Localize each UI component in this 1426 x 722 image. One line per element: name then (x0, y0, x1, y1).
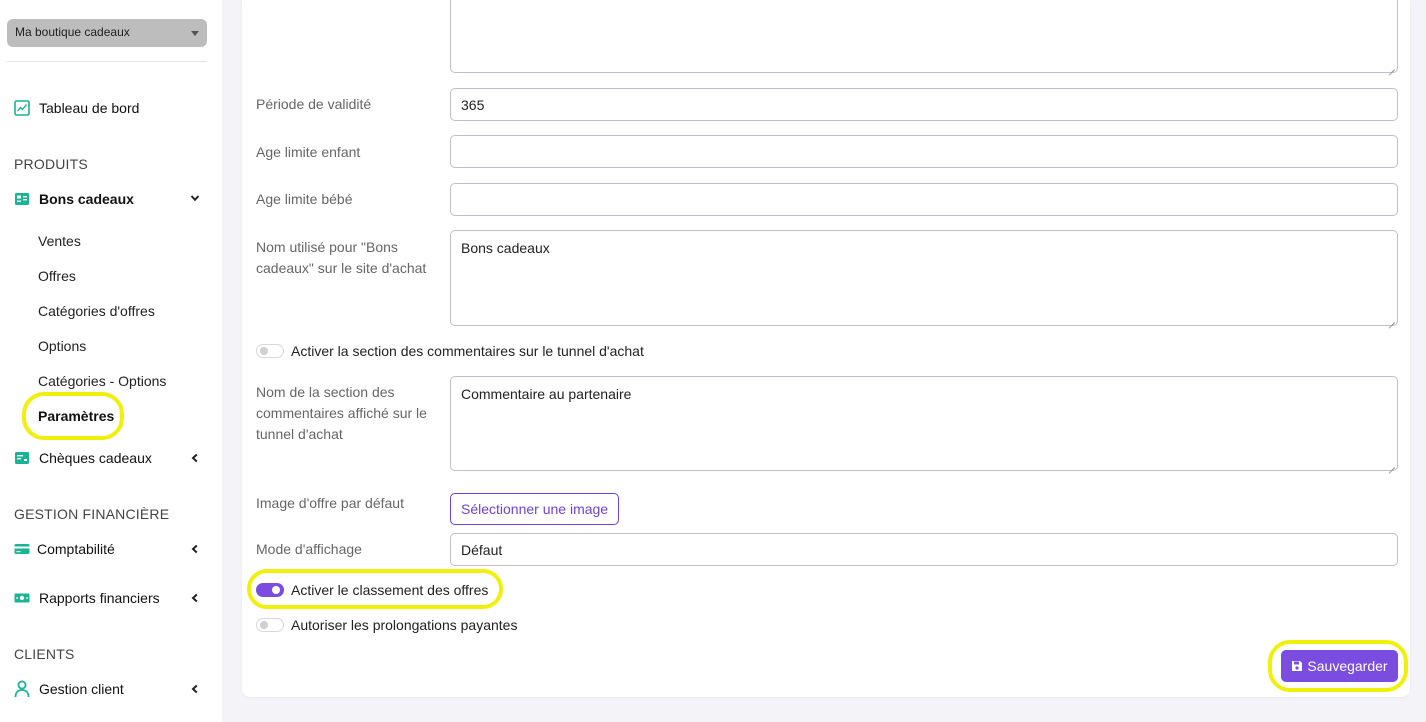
sidebar-item-gift-vouchers[interactable]: Bons cadeaux (14, 188, 134, 210)
sidebar: Ma boutique cadeaux Tableau de bord PROD… (0, 0, 222, 722)
voucher-name-label: Nom utilisé pour "Bons cadeaux" sur le s… (256, 239, 427, 276)
voucher-name-textarea[interactable]: Bons cadeaux (450, 230, 1398, 326)
chevron-left-icon[interactable] (190, 683, 200, 697)
sidebar-subitem-offer-categories[interactable]: Catégories d'offres (38, 303, 155, 319)
sidebar-item-label: Gestion client (39, 681, 124, 697)
comments-section-toggle-label: Activer la section des commentaires sur … (291, 343, 644, 359)
baby-age-limit-input[interactable] (450, 183, 1398, 216)
display-mode-select[interactable]: Défaut (450, 533, 1398, 566)
sidebar-item-gift-cheques[interactable]: Chèques cadeaux (14, 447, 152, 469)
offer-ranking-toggle[interactable] (256, 583, 284, 597)
chevron-left-icon[interactable] (190, 452, 200, 466)
money-icon (14, 590, 30, 606)
toggle-knob (272, 586, 280, 594)
sidebar-item-label: Chèques cadeaux (39, 450, 152, 466)
section-title-products: PRODUITS (14, 156, 88, 172)
caret-down-icon (191, 31, 199, 36)
save-button-label: Sauvegarder (1307, 658, 1388, 674)
sidebar-item-label: Comptabilité (37, 541, 115, 557)
shop-selector[interactable]: Ma boutique cadeaux (7, 19, 207, 47)
child-age-limit-input[interactable] (450, 135, 1398, 168)
resize-handle-icon[interactable] (1387, 460, 1395, 468)
offer-ranking-toggle-label: Activer le classement des offres (291, 582, 489, 598)
comments-section-name-value: Commentaire au partenaire (461, 386, 632, 402)
save-button[interactable]: Sauvegarder (1281, 650, 1398, 682)
chevron-left-icon[interactable] (190, 543, 200, 557)
comments-section-name-textarea[interactable]: Commentaire au partenaire (450, 376, 1398, 471)
sidebar-item-label: Bons cadeaux (39, 191, 134, 207)
paid-extensions-toggle-label: Autoriser les prolongations payantes (291, 617, 518, 633)
description-textarea[interactable] (450, 0, 1398, 73)
section-title-clients: CLIENTS (14, 646, 75, 662)
sidebar-divider (7, 61, 207, 62)
user-icon (14, 680, 30, 698)
section-title-finance: GESTION FINANCIÈRE (14, 506, 170, 522)
credit-card-icon (14, 541, 30, 557)
chart-line-icon (14, 100, 30, 116)
sidebar-item-accounting[interactable]: Comptabilité (14, 538, 115, 560)
floppy-disk-icon (1291, 660, 1303, 672)
chevron-left-icon[interactable] (190, 592, 200, 606)
default-offer-image-label: Image d'offre par défaut (256, 495, 404, 511)
validity-period-input[interactable]: 365 (450, 88, 1398, 121)
resize-handle-icon[interactable] (1387, 62, 1395, 70)
paid-extensions-toggle[interactable] (256, 618, 284, 632)
child-age-limit-label: Age limite enfant (256, 144, 361, 160)
sidebar-item-client-management[interactable]: Gestion client (14, 678, 124, 700)
sidebar-item-label: Tableau de bord (39, 100, 140, 116)
shop-selector-value: Ma boutique cadeaux (15, 25, 130, 39)
voucher-icon (14, 191, 30, 207)
voucher-name-value: Bons cadeaux (461, 240, 550, 256)
toggle-knob (260, 621, 268, 629)
toggle-knob (260, 347, 268, 355)
sidebar-subitem-offers[interactable]: Offres (38, 268, 76, 284)
sidebar-subitem-option-categories[interactable]: Catégories - Options (38, 373, 166, 389)
comments-section-name-label: Nom de la section des commentaires affic… (256, 384, 427, 442)
validity-period-label: Période de validité (256, 96, 372, 112)
baby-age-limit-label: Age limite bébé (256, 191, 353, 207)
comments-section-toggle[interactable] (256, 344, 284, 358)
sidebar-subitem-settings[interactable]: Paramètres (38, 408, 114, 424)
sidebar-item-financial-reports[interactable]: Rapports financiers (14, 587, 160, 609)
cheque-icon (14, 450, 30, 466)
display-mode-value: Défaut (461, 541, 503, 558)
validity-period-value: 365 (461, 96, 485, 113)
sidebar-subitem-options[interactable]: Options (38, 338, 86, 354)
sidebar-subitem-sales[interactable]: Ventes (38, 233, 81, 249)
display-mode-label: Mode d'affichage (256, 541, 362, 557)
resize-handle-icon[interactable] (1387, 315, 1395, 323)
sidebar-item-label: Rapports financiers (39, 590, 160, 606)
select-image-button[interactable]: Sélectionner une image (450, 493, 620, 525)
sidebar-item-dashboard[interactable]: Tableau de bord (14, 97, 139, 119)
chevron-down-icon[interactable] (190, 192, 200, 206)
